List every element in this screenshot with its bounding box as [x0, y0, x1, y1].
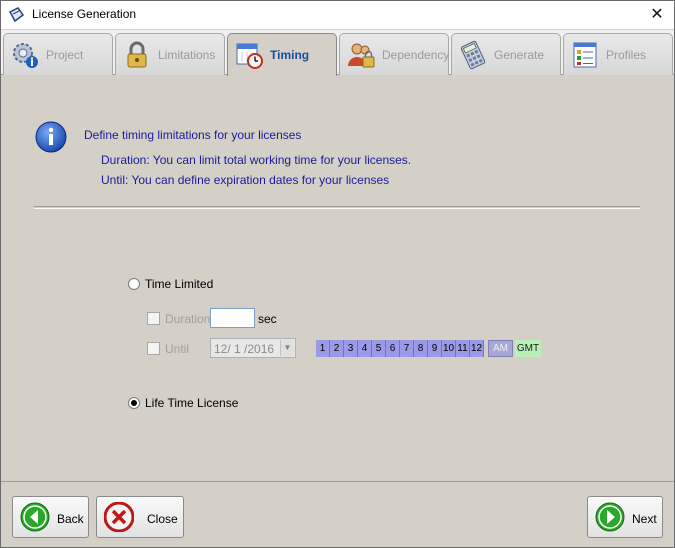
- tab-label: Timing: [270, 48, 310, 62]
- am-pm-toggle[interactable]: AM: [488, 340, 513, 357]
- calendar-clock-icon: [236, 43, 263, 69]
- back-label: Back: [57, 512, 84, 526]
- duration-unit: sec: [258, 312, 277, 326]
- hour-cell[interactable]: 8: [414, 340, 428, 357]
- hour-cell[interactable]: 5: [372, 340, 386, 357]
- time-limited-label: Time Limited: [145, 277, 214, 291]
- hour-cell[interactable]: 9: [428, 340, 442, 357]
- padlock-icon: [127, 41, 147, 68]
- title-bar: License Generation ✕: [1, 1, 674, 29]
- hour-cell[interactable]: 4: [358, 340, 372, 357]
- tab-strip: Project Limitations Timing Dependency Ge…: [1, 30, 674, 76]
- hour-selector: 1 2 3 4 5 6 7 8 9 10 11 12: [316, 340, 484, 357]
- tab-label: Dependency: [382, 48, 450, 62]
- tab-label: Limitations: [158, 48, 216, 62]
- tab-generate[interactable]: Generate: [451, 33, 561, 75]
- tab-limitations[interactable]: Limitations: [115, 33, 225, 75]
- duration-checkbox[interactable]: [147, 312, 160, 325]
- hour-cell[interactable]: 2: [330, 340, 344, 357]
- arrow-left-icon: [20, 502, 50, 532]
- tab-dependency[interactable]: Dependency: [339, 33, 449, 75]
- tab-profiles[interactable]: Profiles: [563, 33, 673, 75]
- info-icon: [35, 121, 67, 153]
- lifetime-license-radio[interactable]: [128, 397, 140, 409]
- gear-info-icon: [13, 43, 38, 68]
- next-label: Next: [632, 512, 657, 526]
- separator: [34, 206, 640, 209]
- duration-label: Duration: [165, 312, 211, 326]
- tab-label: Generate: [494, 48, 545, 62]
- info-until-text: Until: You can define expiration dates f…: [101, 173, 390, 187]
- duration-input[interactable]: [210, 308, 255, 328]
- timezone-label: GMT: [515, 340, 541, 357]
- info-duration-text: Duration: You can limit total working ti…: [101, 153, 412, 167]
- tab-label: Profiles: [606, 48, 647, 62]
- time-limited-radio[interactable]: [128, 278, 140, 290]
- tab-timing[interactable]: Timing: [227, 33, 337, 76]
- back-button[interactable]: Back: [12, 496, 89, 538]
- close-window-icon[interactable]: ✕: [640, 1, 674, 29]
- info-heading: Define timing limitations for your licen…: [84, 128, 302, 142]
- timing-panel: Define timing limitations for your licen…: [1, 76, 674, 481]
- chevron-down-icon[interactable]: ▼: [280, 340, 294, 356]
- hour-cell[interactable]: 12: [470, 340, 484, 357]
- tab-project[interactable]: Project: [3, 33, 113, 75]
- until-checkbox[interactable]: [147, 342, 160, 355]
- hour-cell[interactable]: 3: [344, 340, 358, 357]
- calculator-icon: [460, 40, 486, 70]
- until-date-picker[interactable]: 12/ 1 /2016 ▼: [210, 338, 296, 358]
- hour-cell[interactable]: 7: [400, 340, 414, 357]
- close-button[interactable]: Close: [96, 496, 184, 538]
- close-x-icon: [104, 502, 134, 532]
- users-lock-icon: [348, 43, 375, 68]
- arrow-right-icon: [595, 502, 625, 532]
- hour-cell[interactable]: 11: [456, 340, 470, 357]
- close-label: Close: [147, 512, 178, 526]
- checklist-icon: [573, 42, 597, 68]
- hour-cell[interactable]: 1: [316, 340, 330, 357]
- hour-cell[interactable]: 6: [386, 340, 400, 357]
- next-button[interactable]: Next: [587, 496, 663, 538]
- button-bar: Back Close Next: [1, 481, 674, 547]
- until-date-value: 12/ 1 /2016: [214, 342, 275, 356]
- license-generation-window: License Generation ✕ Project Limitations: [0, 0, 675, 548]
- tab-label: Project: [46, 48, 84, 62]
- lifetime-license-label: Life Time License: [145, 396, 239, 410]
- app-icon: [8, 7, 25, 23]
- window-title: License Generation: [32, 7, 137, 21]
- until-label: Until: [165, 342, 190, 356]
- hour-cell[interactable]: 10: [442, 340, 456, 357]
